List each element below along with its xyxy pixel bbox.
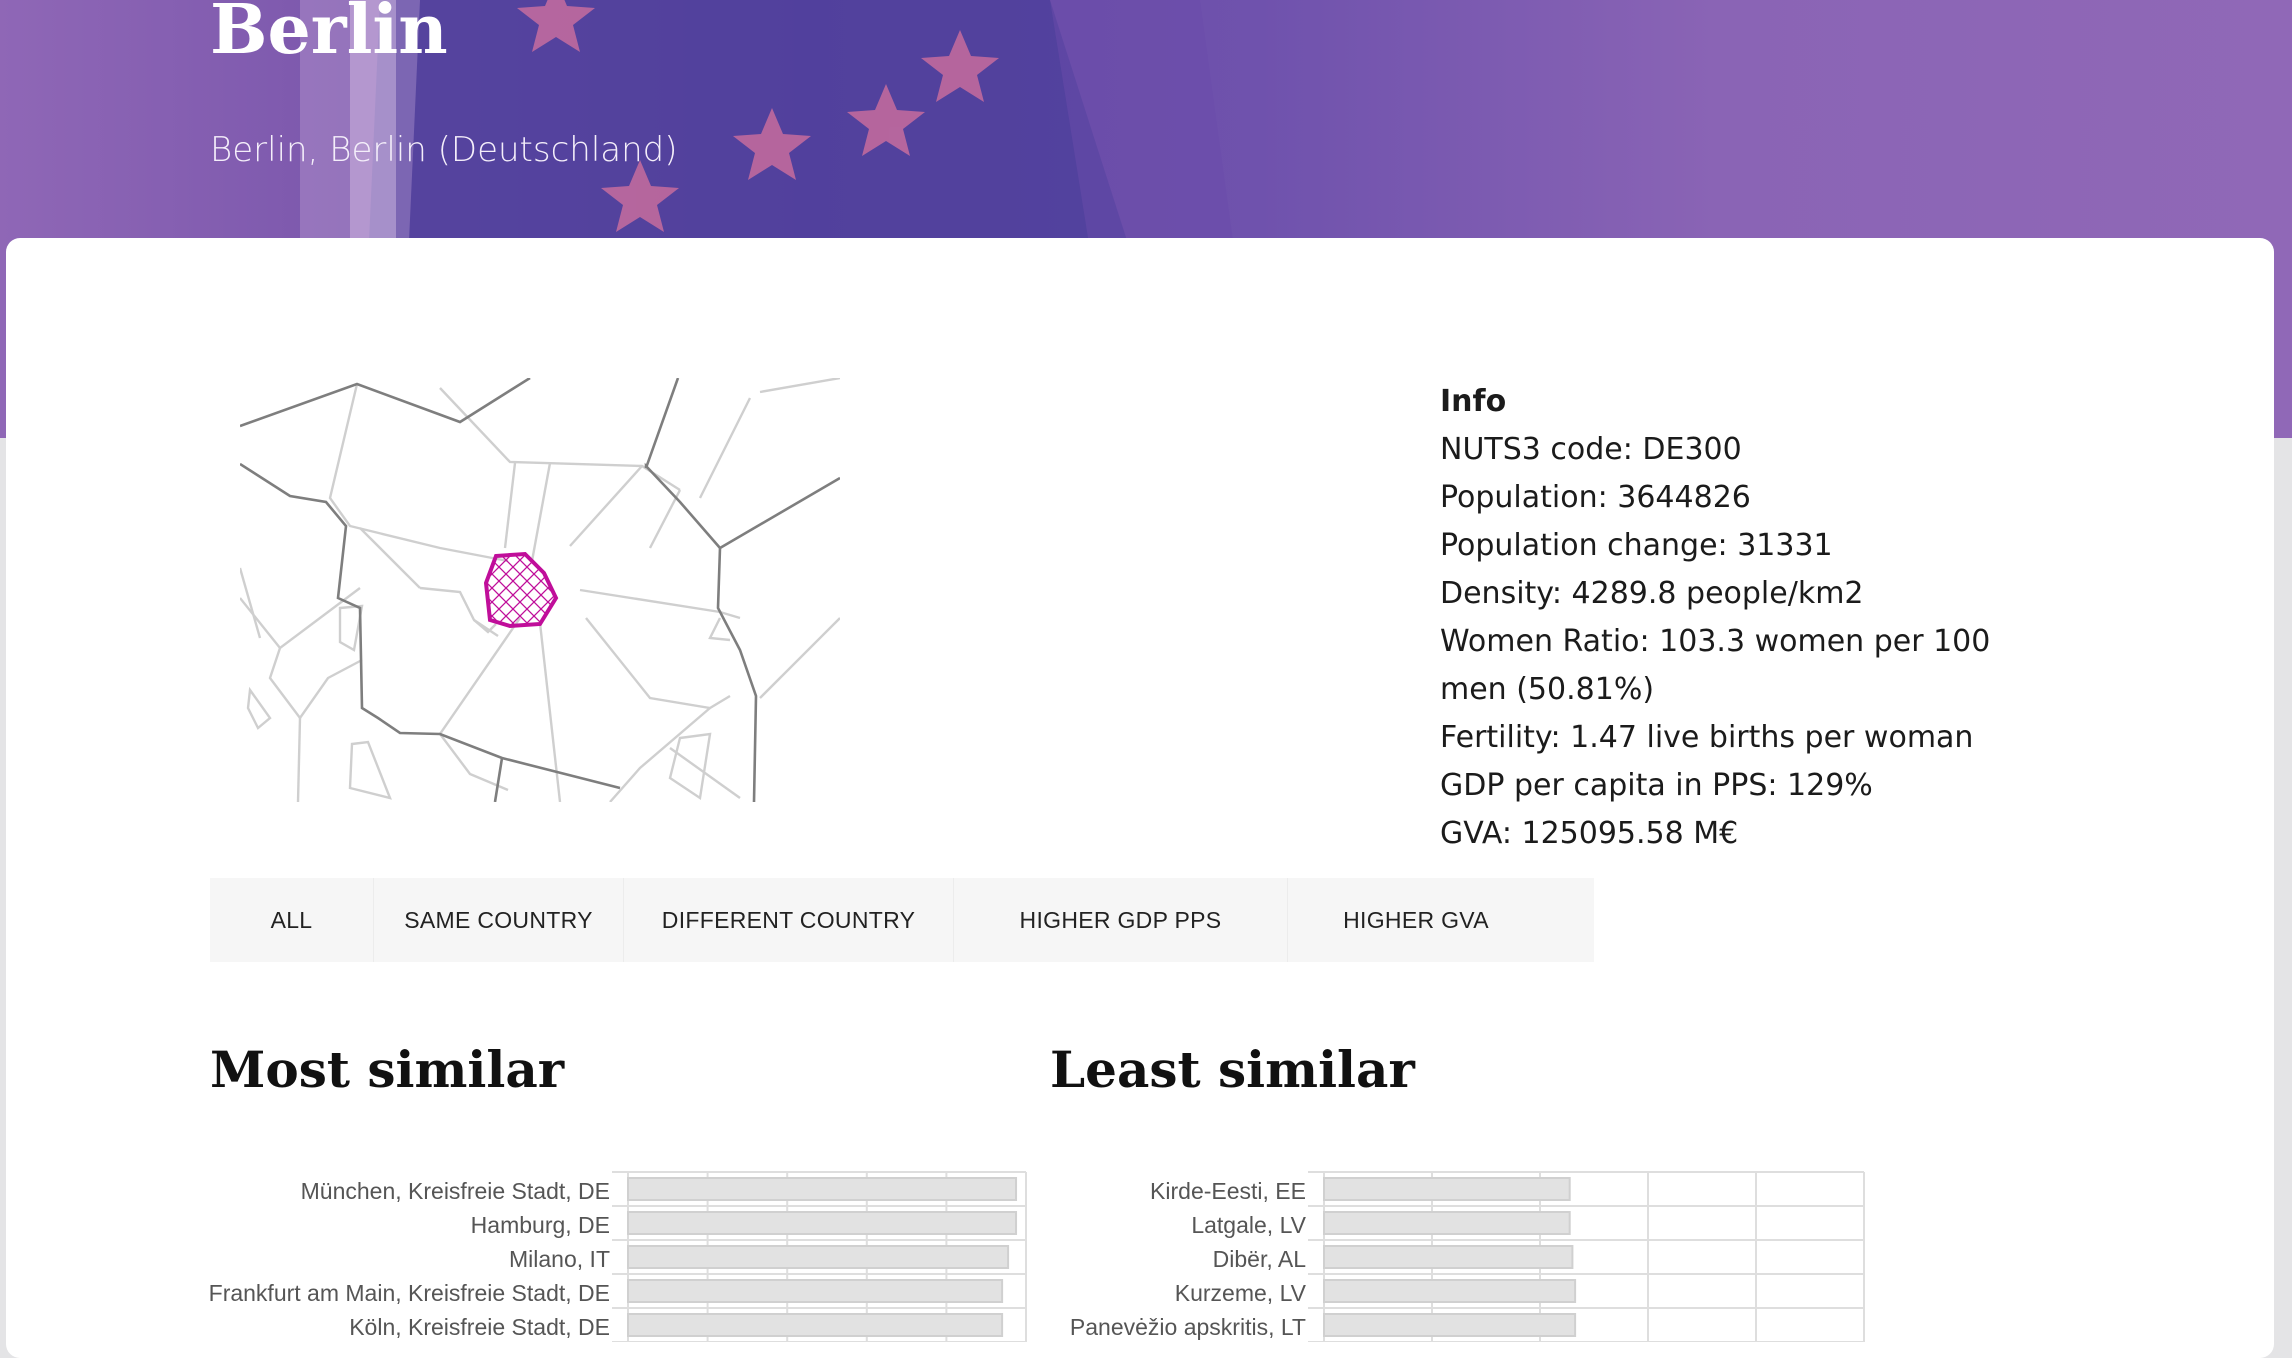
similarity-bar xyxy=(1323,1177,1571,1201)
least-similar-title: Least similar xyxy=(1050,1040,1415,1099)
bar-label[interactable]: Kirde-Eesti, EE xyxy=(1020,1174,1306,1208)
least-similar-bars xyxy=(1308,1171,1865,1342)
gva: GVA: 125095.58 M€ xyxy=(1440,816,1739,851)
tab-higher-gdp-pps[interactable]: HIGHER GDP PPS xyxy=(954,878,1288,962)
gdp-per-capita: GDP per capita in PPS: 129% xyxy=(1440,768,1873,803)
filter-tabs: ALL SAME COUNTRY DIFFERENT COUNTRY HIGHE… xyxy=(210,878,1594,962)
population: Population: 3644826 xyxy=(1440,480,1751,515)
tab-different-country[interactable]: DIFFERENT COUNTRY xyxy=(624,878,954,962)
density: Density: 4289.8 people/km2 xyxy=(1440,576,1864,611)
similarity-bar xyxy=(627,1245,1010,1269)
population-change: Population change: 31331 xyxy=(1440,528,1833,563)
bar-label[interactable]: Frankfurt am Main, Kreisfreie Stadt, DE xyxy=(130,1276,610,1310)
similarity-bar xyxy=(627,1177,1018,1201)
nuts3-code: NUTS3 code: DE300 xyxy=(1440,432,1742,467)
fertility: Fertility: 1.47 live births per woman xyxy=(1440,720,1974,755)
bar-label[interactable]: Latgale, LV xyxy=(1020,1208,1306,1242)
tab-all[interactable]: ALL xyxy=(210,878,374,962)
bar-label[interactable]: Hamburg, DE xyxy=(130,1208,610,1242)
bar-label[interactable]: Milano, IT xyxy=(130,1242,610,1276)
bar-label[interactable]: Kurzeme, LV xyxy=(1020,1276,1306,1310)
tab-higher-gva[interactable]: HIGHER GVA xyxy=(1288,878,1544,962)
info-heading: Info xyxy=(1440,384,1507,419)
similarity-bar xyxy=(1323,1211,1571,1235)
page-title: Berlin xyxy=(210,0,448,70)
bar-label[interactable]: München, Kreisfreie Stadt, DE xyxy=(130,1174,610,1208)
most-similar-bars xyxy=(612,1171,1027,1342)
similarity-bar xyxy=(1323,1279,1577,1303)
info-panel: Info NUTS3 code: DE300 Population: 36448… xyxy=(1440,378,2000,858)
most-similar-title: Most similar xyxy=(210,1040,565,1099)
similarity-bar xyxy=(1323,1245,1574,1269)
region-map[interactable] xyxy=(240,378,840,802)
tab-same-country[interactable]: SAME COUNTRY xyxy=(374,878,624,962)
similarity-bar xyxy=(1323,1313,1577,1337)
page-subtitle: Berlin, Berlin (Deutschland) xyxy=(210,130,678,170)
women-ratio: Women Ratio: 103.3 women per 100 men (50… xyxy=(1440,624,1991,707)
bar-label[interactable]: Panevėžio apskritis, LT xyxy=(1020,1310,1306,1344)
similarity-bar xyxy=(627,1211,1018,1235)
similarity-bar xyxy=(627,1279,1004,1303)
berlin-region-highlight xyxy=(483,551,559,629)
similarity-bar xyxy=(627,1313,1004,1337)
bar-label[interactable]: Dibër, AL xyxy=(1020,1242,1306,1276)
bar-label[interactable]: Köln, Kreisfreie Stadt, DE xyxy=(130,1310,610,1344)
